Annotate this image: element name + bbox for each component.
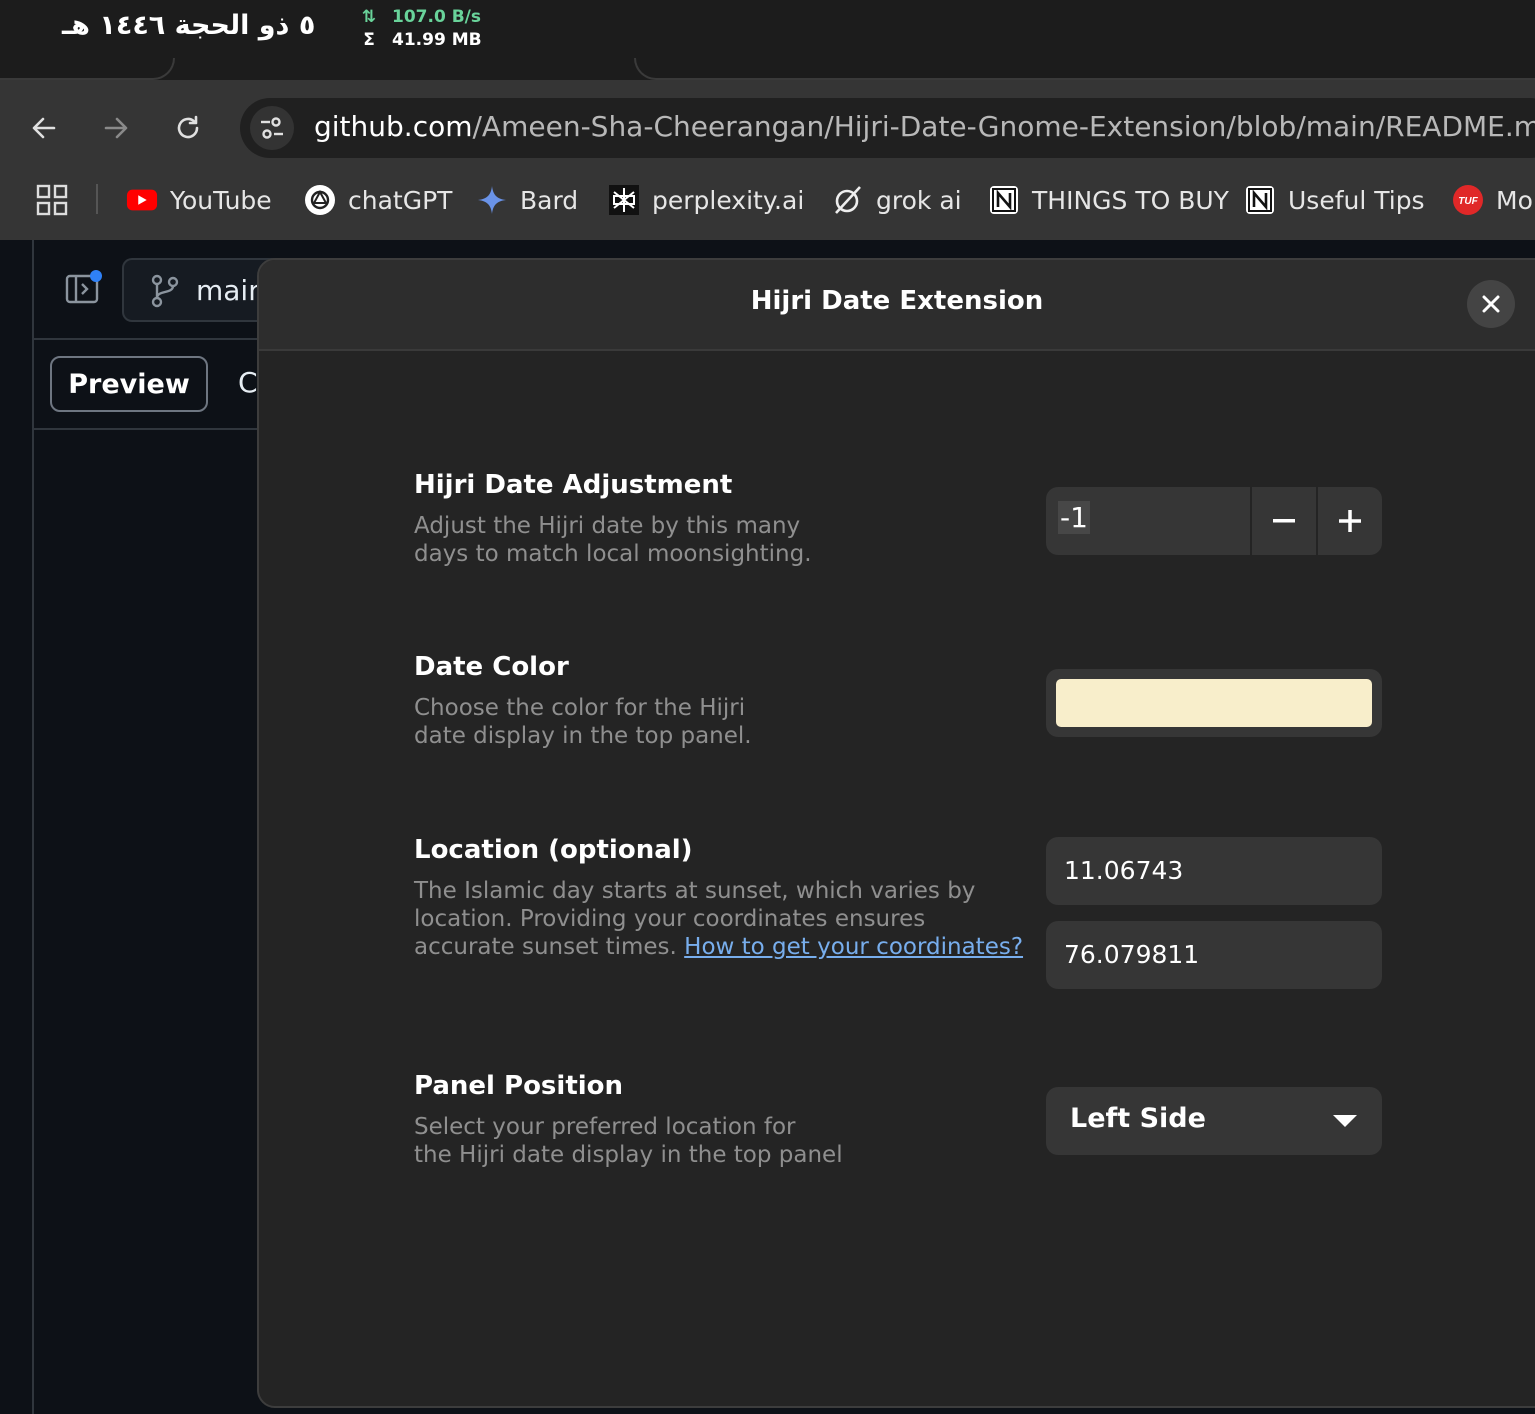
adjustment-value[interactable]: -1 (1058, 501, 1090, 534)
site-info-button[interactable] (250, 106, 294, 150)
perplexity-icon (608, 184, 640, 216)
position-title: Panel Position (414, 1071, 624, 1101)
bookmark-youtube[interactable]: YouTube (126, 180, 272, 220)
sidebar-expand-icon (65, 270, 102, 304)
bookmark-things-to-buy[interactable]: THINGS TO BUY (988, 180, 1229, 220)
increment-button[interactable] (1316, 487, 1382, 555)
bookmark-label: chatGPT (348, 185, 453, 215)
close-button[interactable] (1467, 280, 1515, 328)
chevron-down-icon (1333, 1115, 1357, 1127)
color-title: Date Color (414, 652, 569, 682)
browser-tab-right[interactable] (634, 58, 1535, 80)
latitude-field[interactable]: 11.06743 (1046, 837, 1382, 905)
bookmark-label: perplexity.ai (652, 185, 805, 215)
position-selected: Left Side (1070, 1103, 1206, 1134)
url-path: /Ameen-Sha-Cheerangan/Hijri-Date-Gnome-E… (472, 110, 1535, 143)
tune-icon (261, 117, 283, 139)
position-dropdown[interactable]: Left Side (1046, 1087, 1382, 1155)
tab-preview[interactable]: Preview (50, 356, 208, 412)
bookmark-useful-tips[interactable]: Useful Tips (1244, 180, 1425, 220)
bookmark-label: Mo (1496, 185, 1533, 215)
close-icon (1482, 295, 1500, 313)
bookmarks-bar: YouTube chatGPT Bard perplexity.ai grok … (0, 178, 1535, 222)
bookmark-label: YouTube (170, 185, 272, 215)
location-title: Location (optional) (414, 835, 693, 865)
color-swatch (1056, 679, 1372, 727)
bard-icon (476, 184, 508, 216)
address-bar[interactable]: github.com/Ameen-Sha-Cheerangan/Hijri-Da… (240, 98, 1535, 158)
dialog-title: Hijri Date Extension (750, 286, 1044, 316)
tuf-icon: TUF (1452, 184, 1484, 216)
hijri-date-indicator[interactable]: ٥ ذو الحجة ١٤٤٦ هـ (62, 10, 315, 41)
view-tabs: Preview C (34, 340, 274, 430)
back-button[interactable] (24, 108, 64, 148)
minus-icon (1273, 519, 1295, 523)
reload-icon (177, 115, 199, 139)
branch-name: main (196, 274, 266, 307)
browser-toolbar: github.com/Ameen-Sha-Cheerangan/Hijri-Da… (0, 80, 1535, 240)
location-description: The Islamic day starts at sunset, which … (414, 877, 1023, 961)
coordinates-help-link[interactable]: How to get your coordinates? (684, 934, 1023, 960)
chatgpt-icon (304, 184, 336, 216)
dialog-header: Hijri Date Extension (259, 260, 1535, 351)
bookmarks-separator (96, 184, 98, 214)
system-top-panel: ٥ ذو الحجة ١٤٤٦ هـ ⇅ 107.0 B/s Σ 41.99 M… (0, 0, 1535, 58)
bookmark-grok[interactable]: grok ai (832, 180, 962, 220)
arrow-right-icon (104, 117, 128, 139)
arrow-left-icon (32, 117, 56, 139)
plus-icon (1339, 510, 1361, 532)
reload-button[interactable] (168, 108, 208, 148)
browser-tab-left[interactable] (0, 58, 175, 80)
tab-code[interactable]: C (238, 366, 258, 399)
adjustment-spinbutton[interactable]: -1 (1046, 487, 1382, 555)
bookmark-tuf[interactable]: TUF Mo (1452, 180, 1533, 220)
bookmark-label: THINGS TO BUY (1032, 185, 1229, 215)
youtube-icon (126, 184, 158, 216)
color-picker-button[interactable] (1046, 669, 1382, 737)
bookmark-label: Useful Tips (1288, 185, 1425, 215)
position-description: Select your preferred location for the H… (414, 1114, 843, 1168)
longitude-field[interactable]: 76.079811 (1046, 921, 1382, 989)
bookmark-label: Bard (520, 185, 579, 215)
preferences-dialog: Hijri Date Extension Hijri Date Adjustme… (257, 258, 1535, 1408)
bookmark-chatgpt[interactable]: chatGPT (304, 180, 452, 220)
url-host: github.com (314, 110, 473, 143)
grok-icon (832, 184, 864, 216)
notion-icon (1244, 184, 1276, 216)
updown-arrows-icon: ⇅ (361, 7, 377, 27)
tuf-badge-text: TUF (1458, 196, 1478, 207)
adjustment-description: Adjust the Hijri date by this many days … (414, 513, 812, 567)
url-text: github.com/Ameen-Sha-Cheerangan/Hijri-Da… (314, 110, 1535, 143)
forward-button[interactable] (96, 108, 136, 148)
apps-grid-icon[interactable] (36, 184, 68, 220)
color-description: Choose the color for the Hijri date disp… (414, 695, 752, 749)
decrement-button[interactable] (1250, 487, 1316, 555)
tab-strip (0, 58, 1535, 80)
bookmark-perplexity[interactable]: perplexity.ai (608, 180, 804, 220)
adjustment-title: Hijri Date Adjustment (414, 470, 733, 500)
network-speed-indicator[interactable]: ⇅ 107.0 B/s Σ 41.99 MB (360, 6, 482, 52)
git-branch-icon (150, 274, 180, 312)
sidebar-toggle-button[interactable] (64, 268, 102, 306)
sigma-icon: Σ (363, 30, 375, 50)
bookmark-label: grok ai (876, 185, 962, 215)
network-rate: 107.0 B/s (392, 7, 481, 27)
network-total: 41.99 MB (392, 30, 482, 50)
notion-icon (988, 184, 1020, 216)
bookmark-bard[interactable]: Bard (476, 180, 578, 220)
